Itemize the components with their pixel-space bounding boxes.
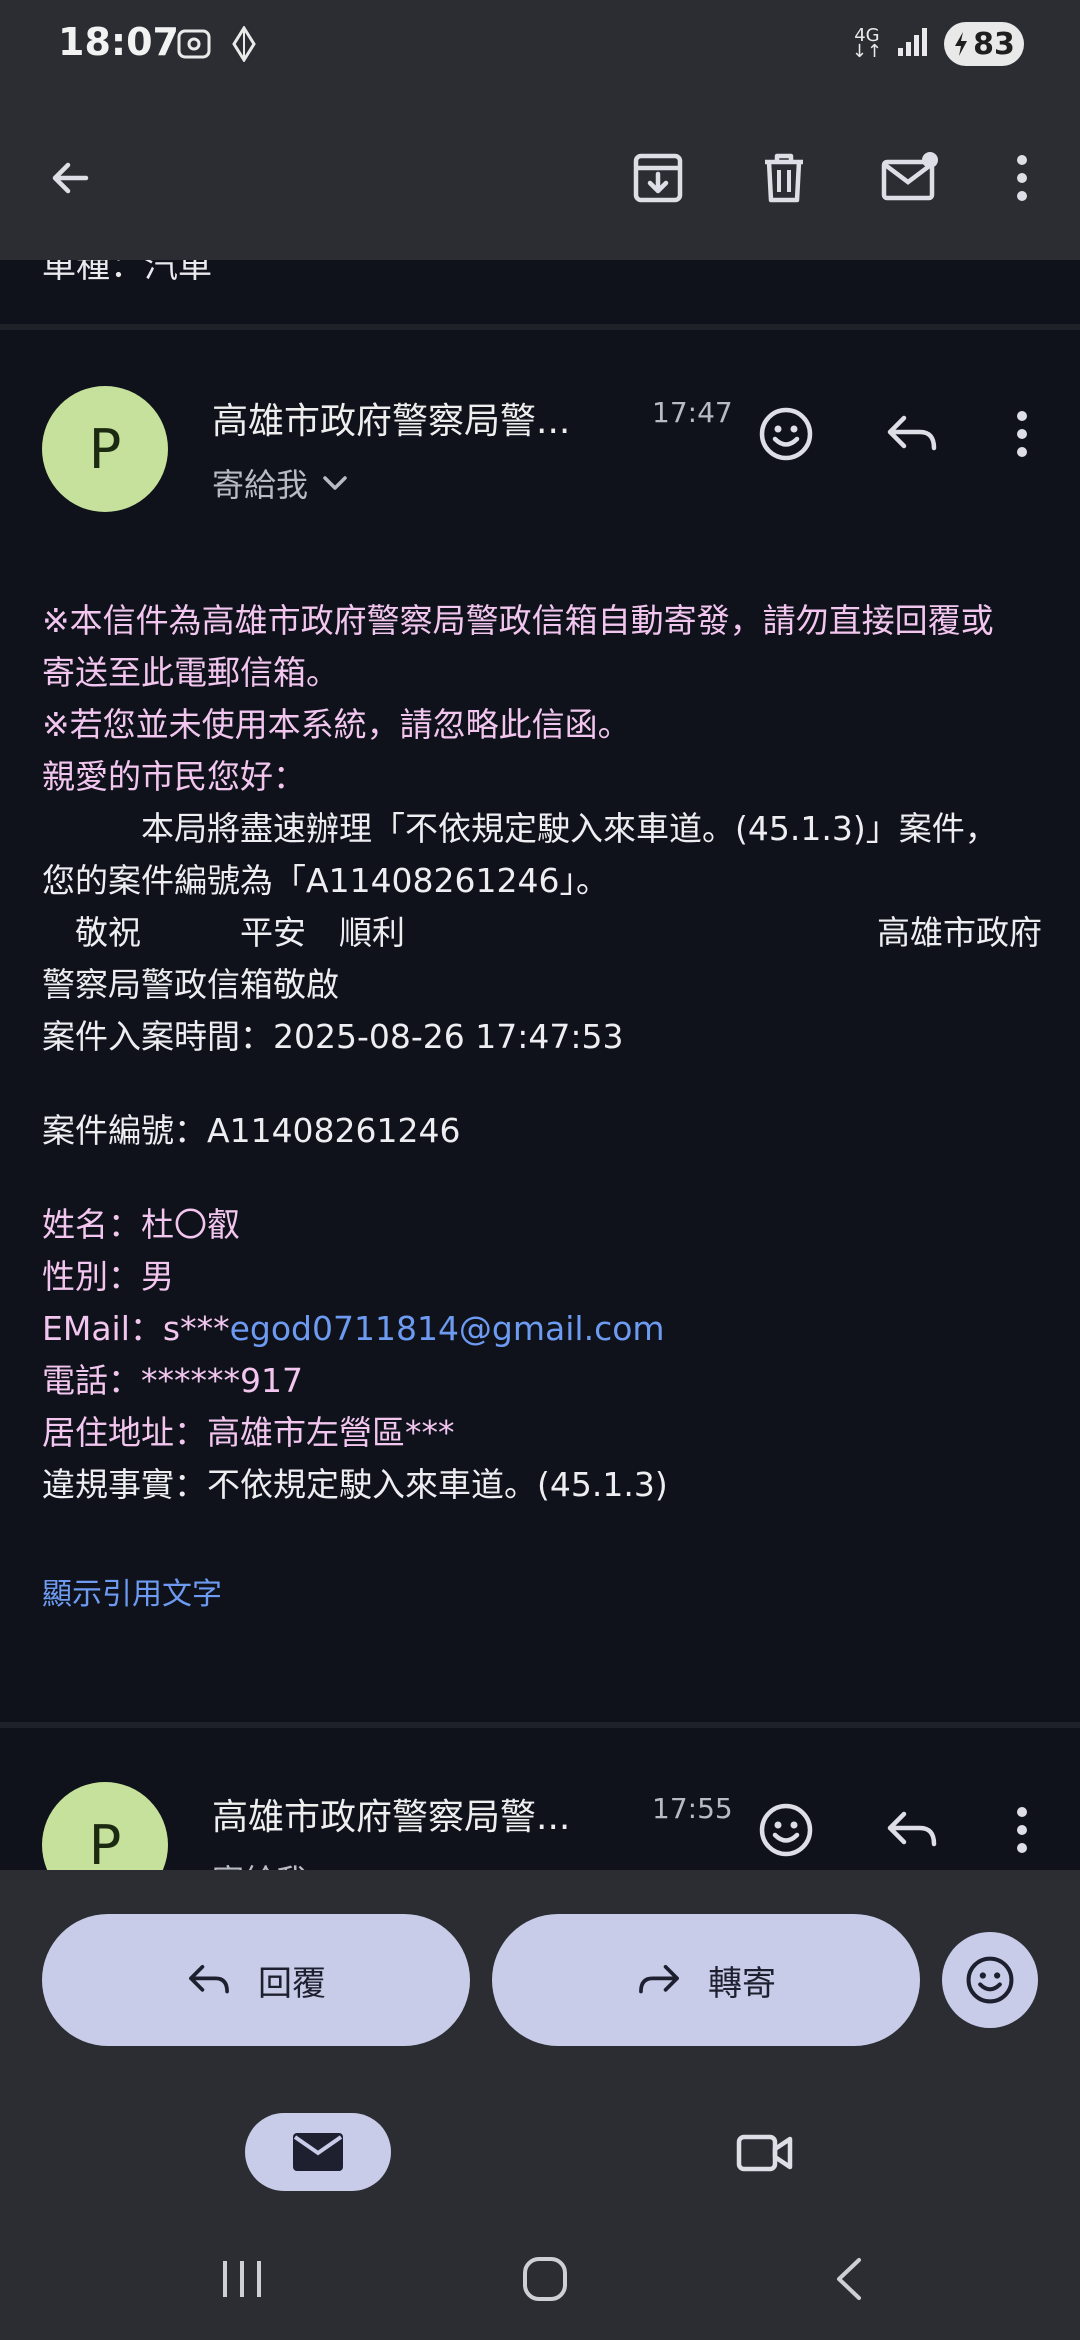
avatar[interactable]: P — [42, 1782, 168, 1870]
reply-action-bar: 回覆 轉寄 — [0, 1870, 1080, 2088]
emoji-icon — [759, 407, 813, 461]
avatar[interactable]: P — [42, 386, 168, 512]
nav-meet-tab[interactable] — [730, 2118, 800, 2188]
reply-icon — [189, 1965, 229, 1994]
charging-icon — [955, 32, 968, 56]
arrow-back-icon — [52, 162, 89, 194]
react-emoji-button[interactable] — [750, 1794, 822, 1866]
system-back-button[interactable] — [808, 2246, 888, 2312]
status-time: 18:07 — [58, 20, 179, 64]
message-divider — [0, 324, 1080, 330]
battery-indicator: 83 — [944, 22, 1024, 66]
more-vert-icon — [1017, 411, 1027, 457]
message-more-button[interactable] — [986, 398, 1058, 470]
email-toolbar — [0, 92, 1080, 260]
mail-icon — [293, 2133, 343, 2171]
email-link[interactable]: egod0711814@gmail.com — [230, 1309, 665, 1348]
message-header[interactable]: P 高雄市政府警察局警... 17:47 寄給我 — [0, 370, 1080, 530]
message-time: 17:47 — [652, 396, 733, 429]
delete-button[interactable] — [748, 142, 820, 214]
sender-name: 高雄市政府警察局警... — [212, 1797, 571, 1838]
reply-button[interactable] — [876, 398, 948, 470]
message-time: 17:55 — [652, 1792, 733, 1825]
emoji-icon — [966, 1956, 1014, 2004]
location-icon — [230, 25, 258, 66]
emoji-icon — [759, 1803, 813, 1857]
bottom-navigation — [0, 2088, 1080, 2216]
reply-icon — [887, 1811, 937, 1847]
back-button[interactable] — [34, 142, 106, 214]
previous-message-tail: 車種：汽車 — [42, 260, 212, 286]
nav-mail-tab[interactable] — [245, 2113, 391, 2191]
delete-icon — [765, 153, 803, 203]
react-emoji-button[interactable] — [750, 398, 822, 470]
system-navigation-bar — [0, 2216, 1080, 2340]
message-more-button[interactable] — [986, 1794, 1058, 1866]
show-quoted-text-link[interactable]: 顯示引用文字 — [42, 1569, 1042, 1621]
screenshot-icon — [176, 26, 212, 66]
status-bar: 18:07 4G ↓↑ 83 — [0, 0, 1080, 92]
more-options-button[interactable] — [986, 142, 1058, 214]
message-divider — [0, 1722, 1080, 1728]
chevron-down-icon — [323, 476, 347, 490]
archive-button[interactable] — [622, 142, 694, 214]
video-camera-icon — [736, 2134, 793, 2172]
network-type: 4G ↓↑ — [851, 25, 882, 62]
recipient-details-toggle[interactable]: 寄給我 — [212, 1856, 308, 1870]
mark-unread-icon — [881, 152, 938, 201]
sender-name: 高雄市政府警察局警... — [212, 401, 571, 442]
chevron-left-icon — [837, 2258, 861, 2300]
forward-pill-button[interactable]: 轉寄 — [492, 1914, 920, 2046]
message-body: ※本信件為高雄市政府警察局警政信箱自動寄發，請勿直接回覆或 寄送至此電郵信箱。 … — [42, 595, 1042, 1621]
reply-icon — [887, 415, 937, 451]
home-button[interactable] — [505, 2246, 585, 2312]
mark-unread-button[interactable] — [874, 142, 946, 214]
reply-button[interactable] — [876, 1794, 948, 1866]
more-vert-icon — [1017, 1807, 1027, 1853]
recent-apps-icon — [223, 2261, 261, 2297]
more-vert-icon — [1017, 155, 1027, 201]
message-header[interactable]: P 高雄市政府警察局警... 17:55 寄給我 — [0, 1766, 1080, 1870]
home-icon — [523, 2257, 567, 2301]
email-thread[interactable]: 車種：汽車 P 高雄市政府警察局警... 17:47 寄給我 ※本信件為高雄市政… — [0, 260, 1080, 1870]
recent-apps-button[interactable] — [202, 2246, 282, 2312]
signal-icon — [896, 26, 930, 62]
emoji-react-button[interactable] — [942, 1932, 1038, 2028]
archive-icon — [633, 153, 683, 203]
recipient-details-toggle[interactable]: 寄給我 — [212, 460, 348, 506]
reply-pill-button[interactable]: 回覆 — [42, 1914, 470, 2046]
forward-icon — [639, 1965, 679, 1994]
